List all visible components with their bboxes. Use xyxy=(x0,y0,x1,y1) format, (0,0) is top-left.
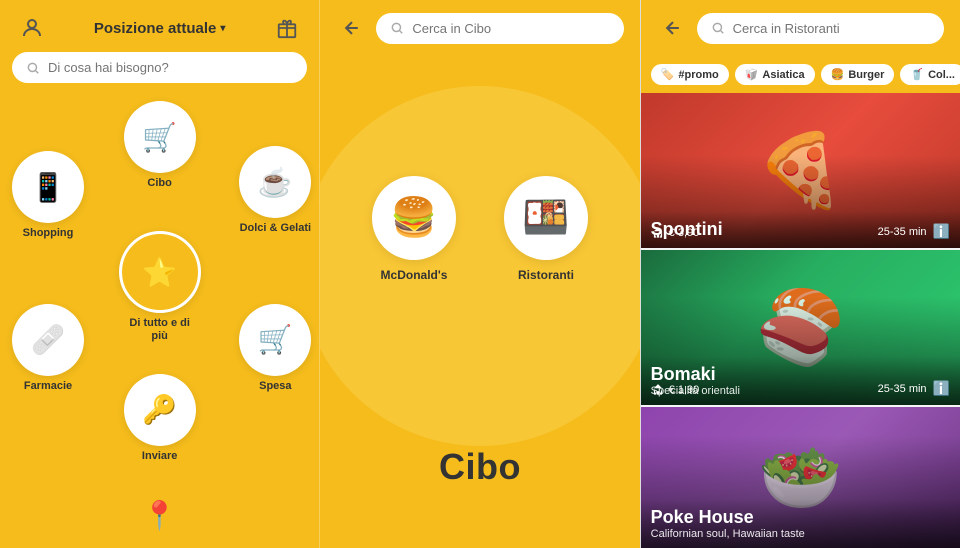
menu-label-dolci: Dolci & Gelati xyxy=(240,222,312,235)
search-input-panel2[interactable] xyxy=(412,21,609,36)
search-icon-panel2 xyxy=(390,21,404,35)
restaurant-meta-spontini: 25-35 min ℹ️ xyxy=(878,223,950,240)
restaurant-sub-poke: Californian soul, Hawaiian taste xyxy=(651,528,950,540)
delivery-icon xyxy=(651,226,665,240)
restaurant-list: 🍕 Spontini € 3,90 25-35 min ℹ️ 🍣 Bomaki xyxy=(641,93,960,548)
panel2-search[interactable] xyxy=(376,13,623,44)
cibo-category-label: Cibo xyxy=(439,446,521,488)
menu-item-tutto[interactable]: ⭐ Di tutto e di più xyxy=(119,231,201,343)
restaurant-card-poke-house[interactable]: 🥗 Poke House Californian soul, Hawaiian … xyxy=(641,407,960,548)
menu-item-dolci[interactable]: ☕ Dolci & Gelati xyxy=(239,146,311,235)
panel3-header xyxy=(641,0,960,56)
menu-item-cibo[interactable]: 🛒 Cibo xyxy=(124,101,196,190)
panel-cibo: 🍔 McDonald's 🍱 Ristoranti Cibo xyxy=(319,0,639,548)
menu-circle-shopping: 📱 xyxy=(12,151,84,223)
filter-tags-bar: 🏷️ #promo 🥡 Asiatica 🍔 Burger 🥤 Col... xyxy=(641,56,960,93)
gift-button[interactable] xyxy=(271,12,303,44)
menu-circle-farmacie: 🩹 xyxy=(12,304,84,376)
filter-tag-promo[interactable]: 🏷️ #promo xyxy=(651,64,729,85)
menu-circle-dolci: ☕ xyxy=(239,146,311,218)
restaurant-meta-bomaki: 25-35 min ℹ️ xyxy=(878,380,950,397)
panel3-search[interactable] xyxy=(697,13,944,44)
search-input-panel1[interactable] xyxy=(48,60,293,75)
panel2-content: 🍔 McDonald's 🍱 Ristoranti Cibo xyxy=(320,56,639,548)
avatar-button[interactable] xyxy=(16,12,48,44)
menu-label-cibo: Cibo xyxy=(147,177,171,190)
menu-label-shopping: Shopping xyxy=(23,227,74,240)
filter-tag-burger[interactable]: 🍔 Burger xyxy=(821,64,895,85)
filter-tag-asiatica[interactable]: 🥡 Asiatica xyxy=(735,64,815,85)
restaurant-delivery-bomaki: € 1,90 xyxy=(651,383,700,397)
restaurant-delivery-spontini: € 3,90 xyxy=(651,226,700,240)
menu-item-shopping[interactable]: 📱 Shopping xyxy=(12,151,84,240)
panel2-header xyxy=(320,0,639,56)
food-items-container: 🍔 McDonald's 🍱 Ristoranti xyxy=(320,176,639,282)
search-icon xyxy=(26,61,40,75)
restaurant-name-poke: Poke House xyxy=(651,507,950,528)
food-item-ristoranti[interactable]: 🍱 Ristoranti xyxy=(504,176,588,282)
panel-ristoranti: 🏷️ #promo 🥡 Asiatica 🍔 Burger 🥤 Col... 🍕… xyxy=(640,0,960,548)
location-title[interactable]: Posizione attuale ▾ xyxy=(94,20,226,37)
pin-icon: 📍 xyxy=(142,499,177,532)
food-circle-ristoranti: 🍱 xyxy=(504,176,588,260)
delivery-icon-bomaki xyxy=(651,383,665,397)
filter-tag-cola[interactable]: 🥤 Col... xyxy=(900,64,960,85)
back-button-panel2[interactable] xyxy=(336,12,368,44)
back-button-panel3[interactable] xyxy=(657,12,689,44)
food-item-mcdonalds[interactable]: 🍔 McDonald's xyxy=(372,176,456,282)
food-circle-mcdonalds: 🍔 xyxy=(372,176,456,260)
menu-circle-cibo: 🛒 xyxy=(124,101,196,173)
menu-label-spesa: Spesa xyxy=(259,380,291,393)
restaurant-card-spontini[interactable]: 🍕 Spontini € 3,90 25-35 min ℹ️ xyxy=(641,93,960,248)
menu-label-tutto: Di tutto e di più xyxy=(120,317,200,343)
restaurant-info-poke: Poke House Californian soul, Hawaiian ta… xyxy=(641,499,960,548)
panel1-header: Posizione attuale ▾ xyxy=(0,0,319,52)
circle-menu: 🛒 Cibo 📱 Shopping ☕ Dolci & Gelati ⭐ Di … xyxy=(0,91,319,483)
menu-label-inviare: Inviare xyxy=(142,450,177,463)
panel1-bottom: 📍 xyxy=(0,483,319,548)
menu-item-inviare[interactable]: 🔑 Inviare xyxy=(124,374,196,463)
menu-item-farmacie[interactable]: 🩹 Farmacie xyxy=(12,304,84,393)
search-input-panel3[interactable] xyxy=(733,21,930,36)
panel1-search[interactable] xyxy=(12,52,307,83)
menu-item-spesa[interactable]: 🛒 Spesa xyxy=(239,304,311,393)
panel-home: Posizione attuale ▾ 🛒 Cibo 📱 Shopping xyxy=(0,0,319,548)
menu-circle-inviare: 🔑 xyxy=(124,374,196,446)
menu-label-farmacie: Farmacie xyxy=(24,380,72,393)
food-label-ristoranti: Ristoranti xyxy=(518,268,574,282)
menu-circle-spesa: 🛒 xyxy=(239,304,311,376)
restaurant-card-bomaki[interactable]: 🍣 Bomaki Specialità orientali € 1,90 25-… xyxy=(641,250,960,405)
food-label-mcdonalds: McDonald's xyxy=(381,268,448,282)
menu-circle-tutto: ⭐ xyxy=(119,231,201,313)
search-icon-panel3 xyxy=(711,21,725,35)
